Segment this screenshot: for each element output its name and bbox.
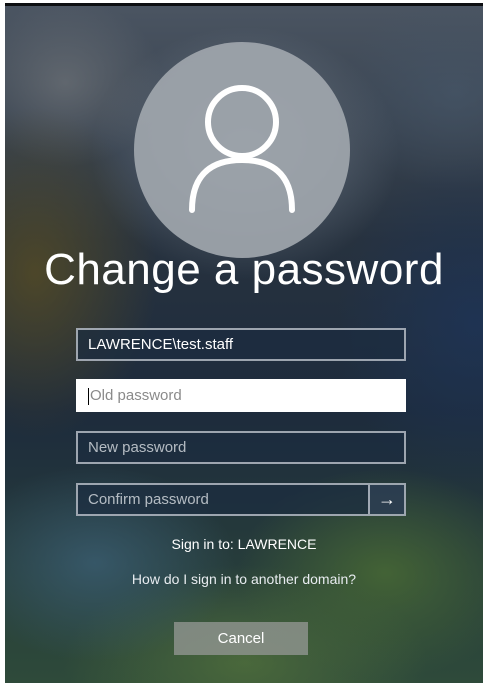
old-password-field[interactable]: Old password bbox=[76, 379, 406, 412]
new-password-field[interactable]: New password bbox=[76, 431, 406, 464]
text-caret bbox=[88, 387, 89, 405]
sign-in-to-label: Sign in to: LAWRENCE bbox=[171, 536, 317, 552]
page-title: Change a password bbox=[44, 245, 444, 294]
other-domain-link[interactable]: How do I sign in to another domain? bbox=[5, 571, 483, 587]
user-icon bbox=[189, 85, 295, 213]
username-field[interactable]: LAWRENCE\test.staff bbox=[76, 328, 406, 361]
username-value: LAWRENCE\test.staff bbox=[88, 336, 234, 353]
confirm-password-placeholder: Confirm password bbox=[88, 491, 209, 508]
top-border bbox=[5, 3, 483, 6]
submit-button[interactable]: → bbox=[368, 485, 404, 514]
confirm-password-field[interactable]: Confirm password → bbox=[76, 483, 406, 516]
user-avatar bbox=[134, 42, 350, 258]
lock-screen-background: Change a password LAWRENCE\test.staff Ol… bbox=[5, 3, 483, 683]
new-password-placeholder: New password bbox=[88, 439, 187, 456]
old-password-placeholder: Old password bbox=[90, 387, 182, 404]
cancel-button[interactable]: Cancel bbox=[174, 622, 308, 655]
arrow-right-icon: → bbox=[378, 489, 396, 509]
